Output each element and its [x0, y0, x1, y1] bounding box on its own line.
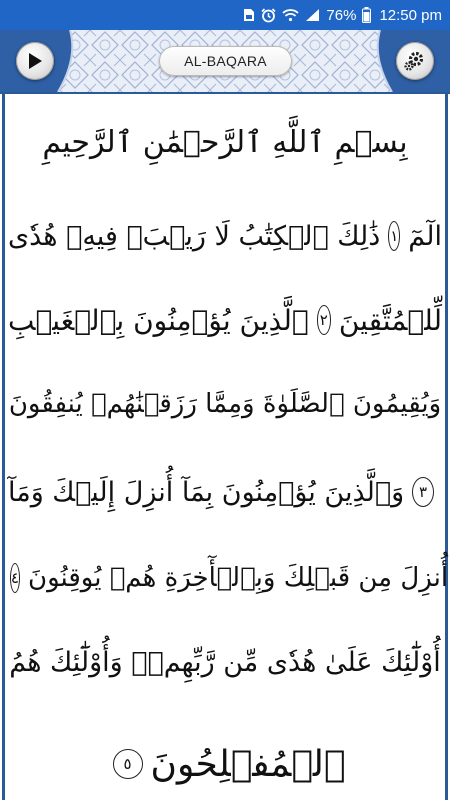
verse-text: ٱلۡمُفۡلِحُونَ [150, 743, 346, 785]
verse-line-6[interactable]: أُوْلَٰٓئِكَ عَلَىٰ هُدٗى مِّن رَّبِّهِم… [8, 630, 442, 694]
play-icon [29, 53, 42, 69]
battery-icon [362, 7, 372, 23]
gear-icon [404, 51, 424, 71]
verse-line-1[interactable]: الٓمٓ ١ ذَٰلِكَ ٱلۡكِتَٰبُ لَا رَيۡبَۛ ف… [8, 204, 442, 268]
basmala: بِسۡمِ ٱللَّهِ ٱلرَّحۡمَٰنِ ٱلرَّحِيمِ [42, 124, 408, 160]
ayah-number-marker: ١ [388, 221, 401, 251]
page-border-right [445, 92, 448, 800]
surah-header: AL-BAQARA [0, 30, 450, 94]
verse-line-5[interactable]: أُنزِلَ مِن قَبۡلِكَ وَبِٱلۡأٓخِرَةِ هُم… [8, 546, 448, 610]
settings-button[interactable] [396, 42, 434, 80]
surah-title[interactable]: AL-BAQARA [159, 46, 292, 76]
ayah-number-marker: ٥ [112, 749, 143, 779]
status-bar: 76% 12:50 pm [0, 0, 450, 30]
verse-text: لِّلۡمُتَّقِينَ [338, 303, 442, 337]
verse-text: الٓمٓ [408, 220, 442, 252]
sim-icon [243, 8, 255, 22]
play-button[interactable] [16, 42, 54, 80]
verse-line-4[interactable]: ٣ وَٱلَّذِينَ يُؤۡمِنُونَ بِمَآ أُنزِلَ … [8, 460, 442, 524]
ayah-number-marker: ٣ [412, 477, 434, 507]
verse-text: وَيُقِيمُونَ ٱلصَّلَوٰةَ وَمِمَّا رَزَقۡ… [8, 389, 442, 419]
verse-text: أُنزِلَ مِن قَبۡلِكَ وَبِٱلۡأٓخِرَةِ هُم… [27, 563, 449, 593]
signal-icon [305, 8, 320, 22]
alarm-icon [261, 7, 276, 23]
verse-text: ٱلَّذِينَ يُؤۡمِنُونَ بِٱلۡغَيۡبِ [8, 303, 309, 337]
verse-line-3[interactable]: وَيُقِيمُونَ ٱلصَّلَوٰةَ وَمِمَّا رَزَقۡ… [8, 372, 442, 436]
verse-line-7[interactable]: ٱلۡمُفۡلِحُونَ ٥ [8, 732, 442, 796]
wifi-icon [282, 8, 300, 22]
clock-time: 12:50 pm [379, 6, 442, 24]
verse-text: ذَٰلِكَ ٱلۡكِتَٰبُ لَا رَيۡبَۛ فِيهِۛ هُ… [8, 220, 381, 252]
verse-text: أُوْلَٰٓئِكَ عَلَىٰ هُدٗى مِّن رَّبِّهِم… [9, 646, 441, 678]
verse-line-2[interactable]: لِّلۡمُتَّقِينَ ٢ ٱلَّذِينَ يُؤۡمِنُونَ … [8, 288, 442, 352]
page-border-left [2, 92, 5, 800]
ayah-number-marker: ٤ [9, 563, 20, 593]
battery-percent: 76% [326, 6, 357, 24]
quran-page[interactable]: بِسۡمِ ٱللَّهِ ٱلرَّحۡمَٰنِ ٱلرَّحِيمِ ا… [8, 96, 448, 800]
verse-text: وَٱلَّذِينَ يُؤۡمِنُونَ بِمَآ أُنزِلَ إِ… [8, 476, 405, 508]
ayah-number-marker: ٢ [316, 305, 331, 335]
